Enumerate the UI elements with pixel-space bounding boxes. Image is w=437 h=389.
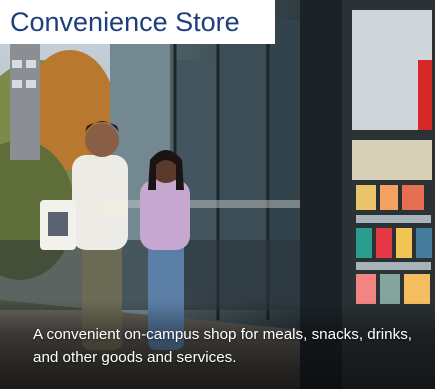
card-description: A convenient on-campus shop for meals, s… xyxy=(33,326,413,366)
title-tab: Convenience Store xyxy=(0,0,275,44)
caption-overlay: A convenient on-campus shop for meals, s… xyxy=(0,301,437,389)
card-title[interactable]: Convenience Store xyxy=(10,7,240,38)
convenience-store-card[interactable]: Convenience Store A convenient on-campus… xyxy=(0,0,437,389)
